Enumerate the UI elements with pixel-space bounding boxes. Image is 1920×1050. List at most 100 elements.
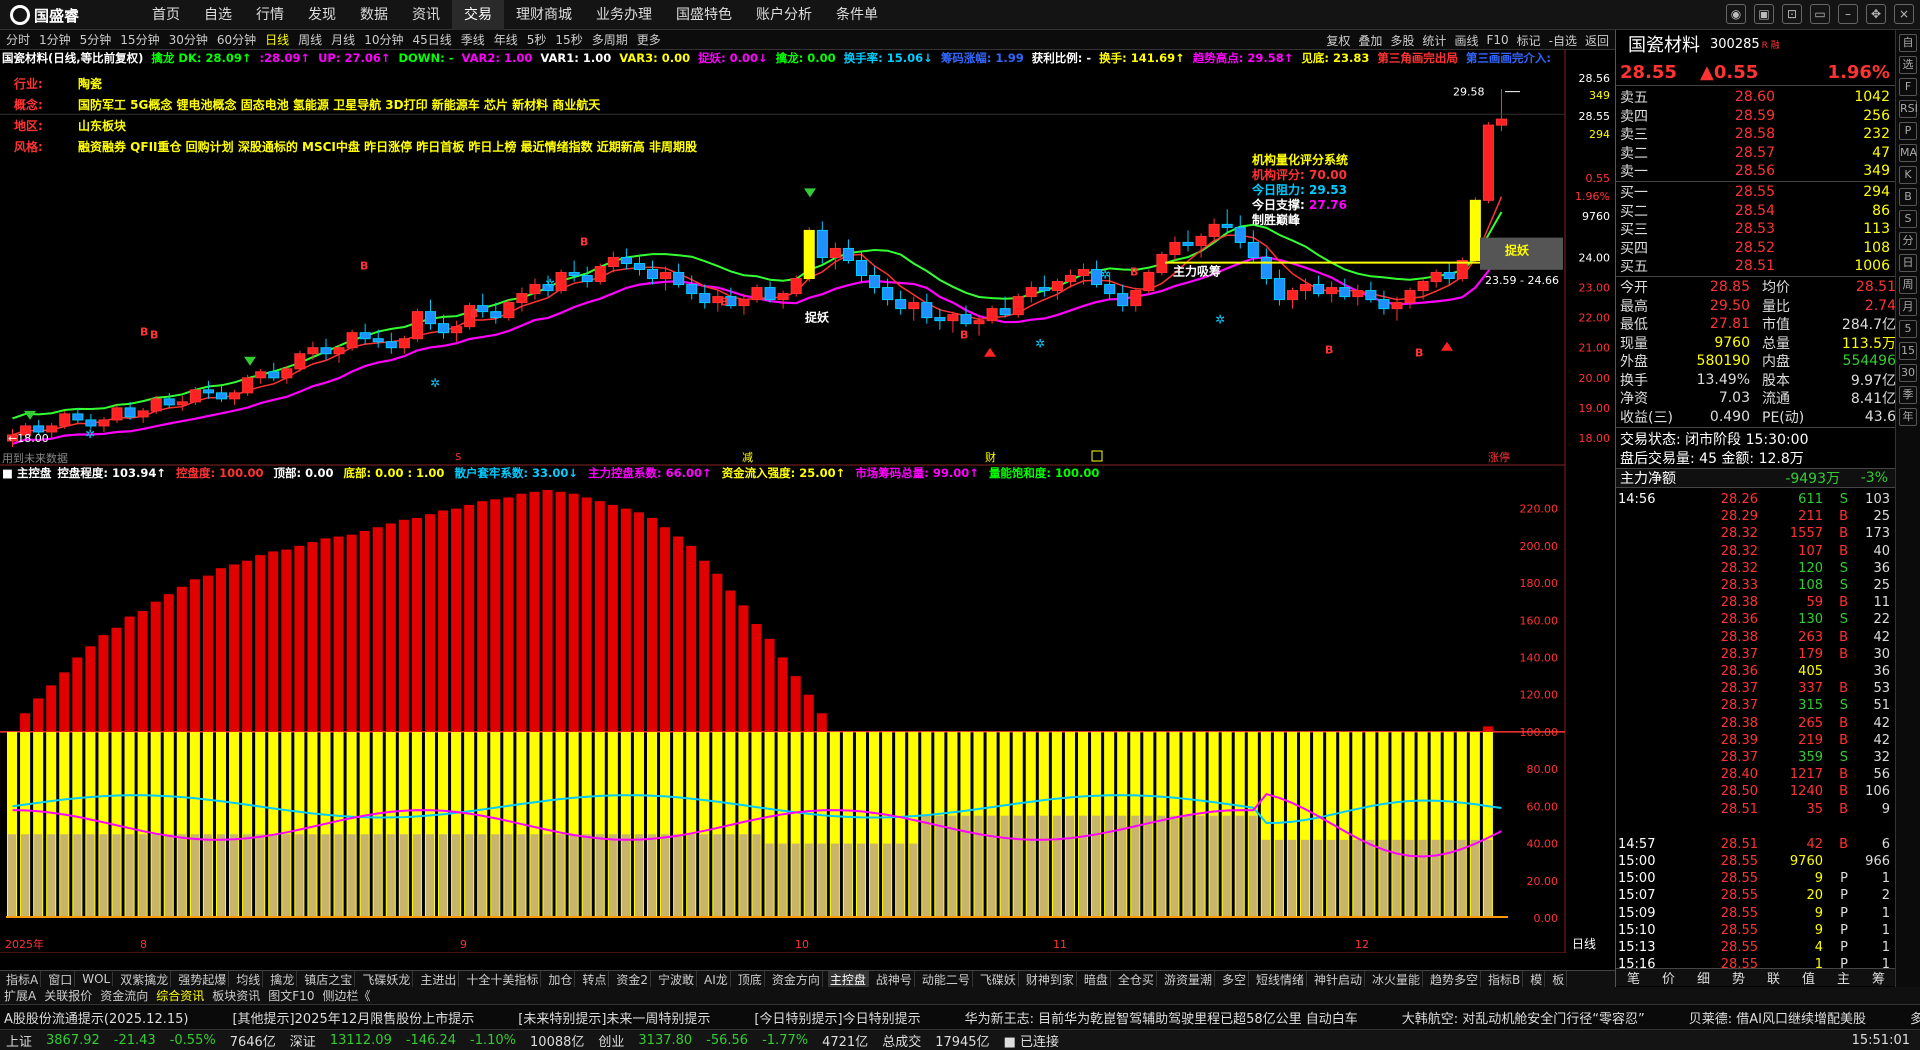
side-icon-3[interactable]: RSI — [1899, 100, 1918, 118]
indicator-tab-19[interactable]: 战神号 — [874, 971, 915, 987]
period-12[interactable]: 年线 — [494, 31, 518, 48]
bid-row[interactable]: 买二 28.54 86 — [1616, 202, 1896, 220]
indicator-tab-1[interactable]: 窗口 — [46, 971, 76, 987]
message-icon[interactable]: ◉ — [1726, 4, 1746, 24]
indicator-tab-7[interactable]: 镇店之宝 — [302, 971, 356, 987]
chart-btn-4[interactable]: 画线 — [1454, 32, 1478, 49]
indicator-tab-6[interactable]: 擒龙 — [268, 971, 298, 987]
quote-tab-7[interactable]: 筹 — [1872, 968, 1885, 987]
quote-tab-5[interactable]: 值 — [1802, 968, 1815, 987]
side-icon-11[interactable]: 周 — [1899, 276, 1917, 294]
index-name[interactable]: 创业 — [598, 1031, 624, 1050]
main-chart[interactable]: 28.56 349 28.55 294 0.55 1.96% 9760 24.00 23.00 2… — [0, 50, 1615, 953]
indicator-tab-28[interactable]: 神针启动 — [1312, 971, 1365, 987]
index-name[interactable]: 上证 — [6, 1031, 32, 1050]
quote-tab-0[interactable]: 笔 — [1627, 968, 1640, 987]
indicator-tab-33[interactable]: 板 — [1550, 971, 1568, 987]
menu-item-10[interactable]: 账户分析 — [744, 0, 824, 30]
indicator-tab-16[interactable]: 顶底 — [736, 971, 765, 987]
chart-btn-3[interactable]: 统计 — [1422, 32, 1446, 49]
side-icon-13[interactable]: 5 — [1899, 320, 1917, 338]
indicator-tab-5[interactable]: 均线 — [234, 971, 264, 987]
chart-btn-6[interactable]: 标记 — [1517, 32, 1541, 49]
period-11[interactable]: 季线 — [461, 31, 485, 48]
indicator-tab-14[interactable]: 宁波敢 — [656, 971, 698, 987]
ask-row[interactable]: 卖一 28.56 349 — [1616, 162, 1896, 180]
index-name[interactable]: 深证 — [290, 1031, 316, 1050]
quote-tab-3[interactable]: 势 — [1732, 968, 1745, 987]
period-0[interactable]: 分时 — [6, 31, 30, 48]
maximize-icon[interactable]: ✥ — [1866, 4, 1886, 24]
indicator-tab-17[interactable]: 资金方向 — [770, 971, 823, 987]
indicator-tab-29[interactable]: 冰火量能 — [1370, 971, 1424, 987]
indicator-tab-32[interactable]: 模 — [1528, 971, 1546, 987]
side-icon-17[interactable]: 年 — [1899, 408, 1917, 426]
skin-icon[interactable]: ▣ — [1754, 4, 1774, 24]
indicator-tab-23[interactable]: 暗盘 — [1082, 971, 1111, 987]
news-item-6[interactable]: 贝莱德: 借AI风口继续增配美股 — [1689, 1008, 1866, 1027]
indicator-tab-24[interactable]: 全仓买 — [1116, 971, 1157, 987]
indicator-tab-13[interactable]: 资金2 — [614, 971, 652, 987]
indicator-tab-30[interactable]: 趋势多空 — [1428, 971, 1482, 987]
period-8[interactable]: 月线 — [331, 31, 355, 48]
info-tab-2[interactable]: 资金流向 — [100, 987, 148, 1004]
side-icon-2[interactable]: F — [1899, 78, 1917, 96]
menu-item-9[interactable]: 国盛特色 — [664, 0, 744, 30]
indicator-tab-0[interactable]: 指标A — [4, 971, 42, 987]
indicator-tab-27[interactable]: 短线情绪 — [1254, 971, 1307, 987]
news-item-5[interactable]: 大韩航空: 对乱动机舱安全门行径“零容忍” — [1402, 1008, 1645, 1027]
indicator-tab-8[interactable]: 飞碟妖龙 — [360, 971, 414, 987]
ask-row[interactable]: 卖五 28.60 1042 — [1616, 88, 1896, 106]
info-tab-4[interactable]: 板块资讯 — [212, 987, 260, 1004]
period-15[interactable]: 多周期 — [592, 31, 628, 48]
side-icon-15[interactable]: 30 — [1899, 364, 1917, 382]
lock-icon[interactable]: ⊡ — [1782, 4, 1802, 24]
period-13[interactable]: 5秒 — [527, 31, 547, 48]
news-item-4[interactable]: 华为新王志: 目前华为乾崑智驾辅助驾驶里程已超58亿公里 自动白车 — [965, 1008, 1358, 1027]
indicator-tab-4[interactable]: 强势起爆 — [176, 971, 230, 987]
indicator-tab-10[interactable]: 十全十美指标 — [464, 971, 542, 987]
info-tab-3[interactable]: 综合资讯 — [156, 987, 204, 1004]
period-6[interactable]: 日线 — [265, 31, 289, 48]
bid-row[interactable]: 买三 28.53 113 — [1616, 220, 1896, 238]
chart-btn-5[interactable]: F10 — [1486, 33, 1508, 47]
menu-item-6[interactable]: 交易 — [452, 0, 504, 30]
news-item-0[interactable]: A股股份流通提示(2025.12.15) — [4, 1008, 188, 1027]
indicator-tab-2[interactable]: WOL — [80, 972, 114, 986]
news-item-1[interactable]: [其他提示]2025年12月限售股份上市提示 — [232, 1008, 474, 1027]
menu-item-3[interactable]: 发现 — [296, 0, 348, 30]
side-icon-8[interactable]: S — [1899, 210, 1917, 228]
menu-item-8[interactable]: 业务办理 — [584, 0, 664, 30]
indicator-tab-11[interactable]: 加仓 — [546, 971, 576, 987]
info-tab-5[interactable]: 图文F10 — [268, 987, 314, 1004]
bid-row[interactable]: 买五 28.51 1006 — [1616, 257, 1896, 275]
indicator-tab-22[interactable]: 财神到家 — [1024, 971, 1077, 987]
side-icon-6[interactable]: K — [1899, 166, 1917, 184]
side-icon-4[interactable]: P — [1899, 122, 1917, 140]
bid-row[interactable]: 买一 28.55 294 — [1616, 183, 1896, 201]
ask-row[interactable]: 卖四 28.59 256 — [1616, 107, 1896, 125]
layout-icon[interactable]: ▭ — [1810, 4, 1830, 24]
period-10[interactable]: 45日线 — [412, 31, 451, 48]
period-4[interactable]: 30分钟 — [169, 31, 208, 48]
chart-btn-2[interactable]: 多股 — [1390, 32, 1414, 49]
side-icon-12[interactable]: 月 — [1899, 298, 1917, 316]
period-16[interactable]: 更多 — [637, 31, 661, 48]
quote-tab-2[interactable]: 细 — [1697, 968, 1710, 987]
indicator-tab-26[interactable]: 多空 — [1220, 971, 1249, 987]
side-icon-16[interactable]: 季 — [1899, 386, 1917, 404]
menu-item-4[interactable]: 数据 — [348, 0, 400, 30]
news-item-3[interactable]: [今日特别提示]今日特别提示 — [754, 1008, 920, 1027]
menu-item-7[interactable]: 理财商城 — [504, 0, 584, 30]
chart-btn-8[interactable]: 返回 — [1585, 32, 1609, 49]
close-icon[interactable]: × — [1894, 4, 1914, 24]
period-7[interactable]: 周线 — [298, 31, 322, 48]
menu-item-1[interactable]: 自选 — [192, 0, 244, 30]
bid-row[interactable]: 买四 28.52 108 — [1616, 239, 1896, 257]
indicator-tab-9[interactable]: 主进出 — [418, 971, 460, 987]
side-icon-1[interactable]: 选 — [1899, 56, 1917, 74]
side-icon-5[interactable]: MA — [1899, 144, 1917, 162]
period-1[interactable]: 1分钟 — [39, 31, 71, 48]
quote-tab-1[interactable]: 价 — [1662, 968, 1675, 987]
side-icon-0[interactable]: 自 — [1899, 34, 1917, 52]
